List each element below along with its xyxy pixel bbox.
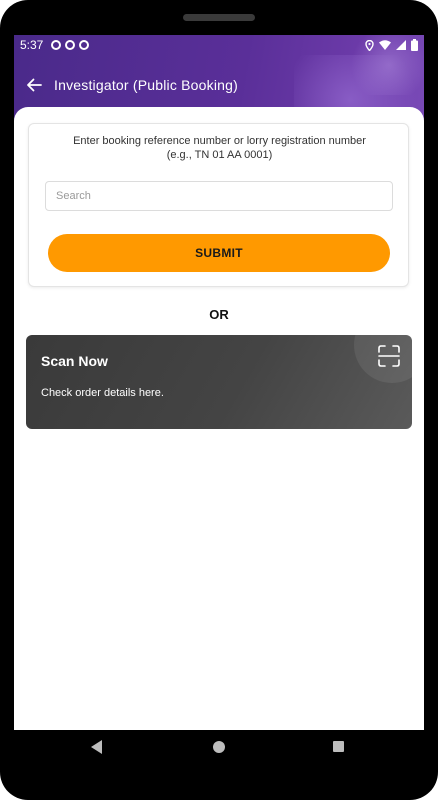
or-divider: OR (209, 307, 229, 322)
nav-back-icon[interactable] (91, 740, 103, 754)
status-bar: 5:37 (14, 35, 424, 55)
instruction-example: (e.g., TN 01 AA 0001) (166, 149, 273, 161)
search-instructions: Enter booking reference number or lorry … (29, 134, 410, 162)
device-frame: 5:37 Investigator (Public Booking) Enter… (0, 0, 438, 800)
page-title: Investigator (Public Booking) (54, 77, 238, 93)
system-icons (365, 39, 418, 51)
speaker-grille (183, 14, 255, 21)
arrow-left-icon (27, 78, 42, 92)
signal-icon (396, 40, 406, 50)
screen: 5:37 Investigator (Public Booking) Enter… (14, 35, 424, 730)
battery-icon (411, 39, 418, 51)
system-nav-bar (0, 730, 438, 770)
scan-now-card[interactable]: Scan Now Check order details here. (26, 335, 412, 429)
status-time: 5:37 (20, 38, 44, 52)
instruction-line: Enter booking reference number or lorry … (73, 135, 366, 147)
notification-icons (51, 40, 90, 50)
wifi-icon (379, 40, 391, 50)
nav-recents-icon[interactable] (333, 741, 344, 752)
notification-icon (51, 40, 62, 50)
notification-icon (79, 40, 90, 50)
location-icon (365, 39, 374, 51)
search-card: Enter booking reference number or lorry … (28, 123, 409, 287)
notification-icon (65, 40, 76, 50)
submit-button[interactable]: SUBMIT (48, 234, 390, 272)
scan-subtitle: Check order details here. (41, 387, 164, 399)
nav-home-icon[interactable] (213, 741, 225, 753)
scan-title: Scan Now (41, 353, 108, 369)
search-input[interactable] (45, 181, 393, 211)
main-content: Enter booking reference number or lorry … (14, 107, 424, 730)
title-bar: Investigator (Public Booking) (14, 69, 424, 101)
scan-frame-icon[interactable] (378, 345, 400, 367)
back-button[interactable] (14, 69, 54, 101)
